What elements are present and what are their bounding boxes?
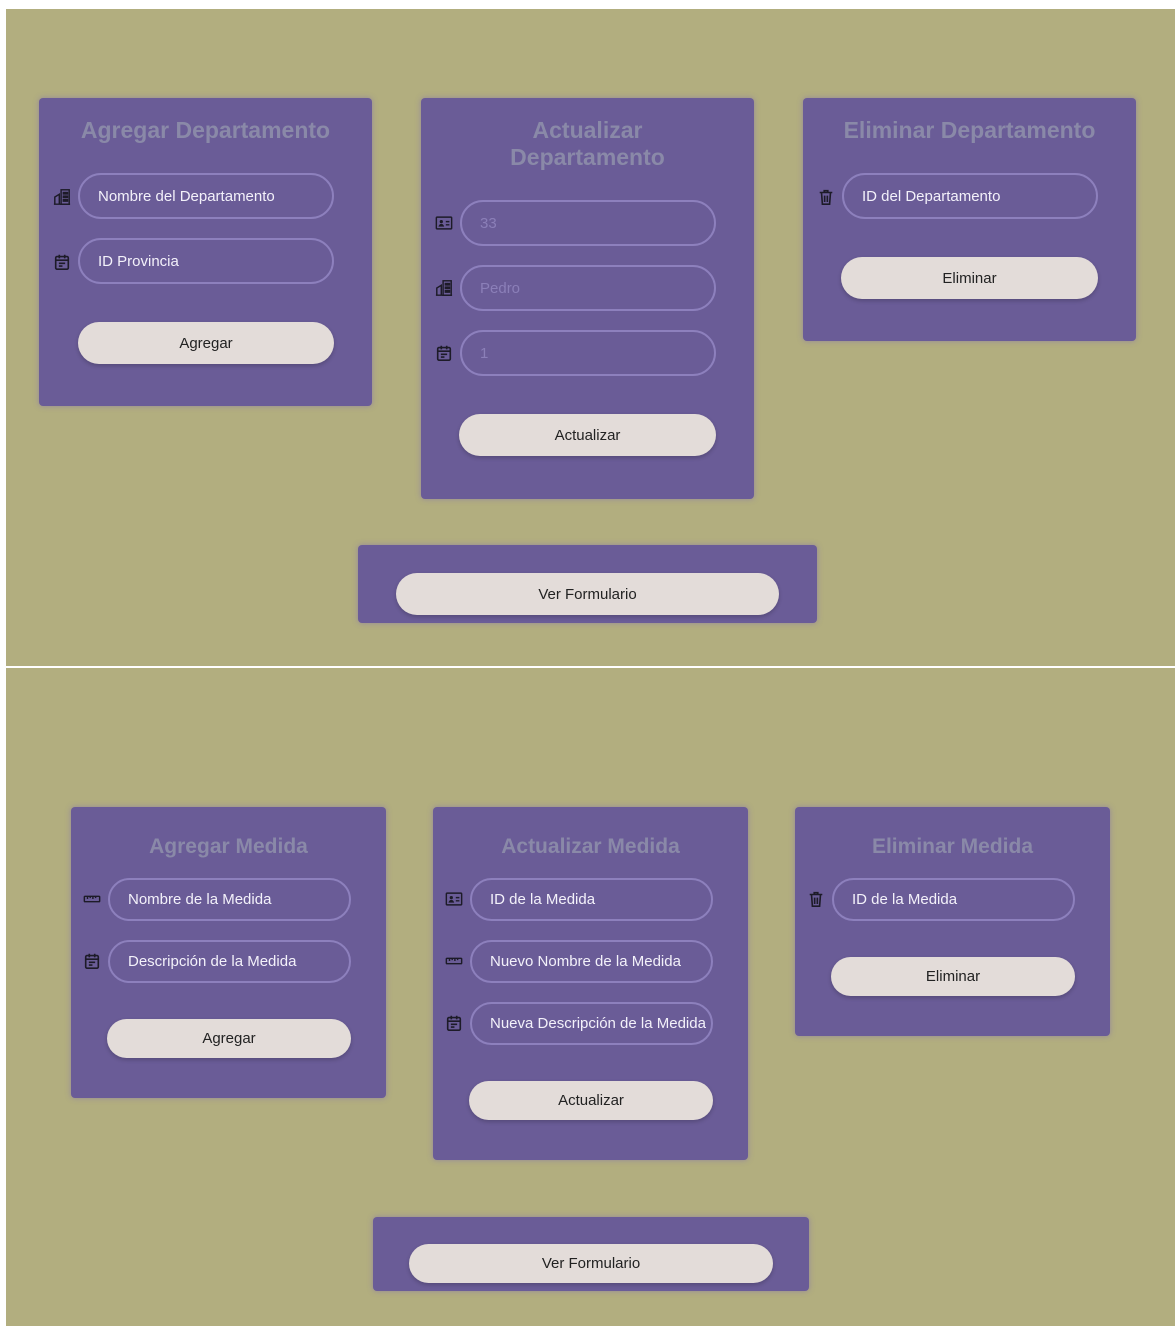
eliminar-departamento-button[interactable]: Eliminar bbox=[841, 257, 1098, 299]
agregar-medida-card: Agregar Medida Agregar bbox=[71, 807, 386, 1098]
medida-panel: Agregar Medida Agregar Actualizar Medida… bbox=[6, 668, 1175, 1326]
actualizar-title-line2: Departamento bbox=[510, 144, 665, 170]
departamento-nombre-input[interactable] bbox=[460, 265, 716, 311]
id-card-icon bbox=[445, 890, 463, 908]
ver-formulario-card: Ver Formulario bbox=[358, 545, 817, 623]
ver-formulario-button[interactable]: Ver Formulario bbox=[409, 1244, 773, 1283]
agregar-departamento-button[interactable]: Agregar bbox=[78, 322, 334, 364]
departamento-panel: Agregar Departamento Agregar Actualizar … bbox=[6, 9, 1175, 666]
agregar-medida-button[interactable]: Agregar bbox=[107, 1019, 351, 1058]
departamento-id-input[interactable] bbox=[460, 200, 716, 246]
ruler-icon bbox=[445, 952, 463, 970]
actualizar-medida-id-input[interactable] bbox=[470, 878, 713, 921]
departamento-provincia-input[interactable] bbox=[460, 330, 716, 376]
descripcion-medida-input[interactable] bbox=[108, 940, 351, 983]
id-card-icon bbox=[435, 214, 453, 232]
eliminar-medida-card: Eliminar Medida Eliminar bbox=[795, 807, 1110, 1036]
calendar-icon bbox=[53, 253, 71, 271]
ruler-icon bbox=[83, 890, 101, 908]
agregar-medida-title: Agregar Medida bbox=[149, 835, 308, 858]
actualizar-medida-button[interactable]: Actualizar bbox=[469, 1081, 713, 1120]
agregar-departamento-title: Agregar Departamento bbox=[80, 117, 331, 143]
nombre-medida-input[interactable] bbox=[108, 878, 351, 921]
actualizar-departamento-button[interactable]: Actualizar bbox=[459, 414, 716, 456]
building-icon bbox=[435, 279, 453, 297]
calendar-icon bbox=[435, 344, 453, 362]
ver-formulario-button[interactable]: Ver Formulario bbox=[396, 573, 779, 615]
trash-icon bbox=[807, 890, 825, 908]
building-icon bbox=[53, 188, 71, 206]
id-provincia-input[interactable] bbox=[78, 238, 334, 284]
actualizar-medida-card: Actualizar Medida Actualizar bbox=[433, 807, 748, 1160]
eliminar-departamento-title: Eliminar Departamento bbox=[843, 117, 1096, 143]
eliminar-medida-title: Eliminar Medida bbox=[871, 835, 1034, 858]
trash-icon bbox=[817, 188, 835, 206]
eliminar-departamento-id-input[interactable] bbox=[842, 173, 1098, 219]
calendar-icon bbox=[445, 1014, 463, 1032]
agregar-departamento-card: Agregar Departamento Agregar bbox=[39, 98, 372, 406]
actualizar-medida-nombre-input[interactable] bbox=[470, 940, 713, 983]
eliminar-medida-button[interactable]: Eliminar bbox=[831, 957, 1075, 996]
actualizar-title-line1: Actualizar bbox=[532, 117, 643, 143]
ver-formulario-card: Ver Formulario bbox=[373, 1217, 809, 1291]
actualizar-departamento-title: Actualizar Departamento bbox=[421, 117, 754, 171]
nombre-departamento-input[interactable] bbox=[78, 173, 334, 219]
actualizar-departamento-card: Actualizar Departamento Actualizar bbox=[421, 98, 754, 499]
actualizar-medida-title: Actualizar Medida bbox=[501, 835, 680, 858]
eliminar-departamento-card: Eliminar Departamento Eliminar bbox=[803, 98, 1136, 341]
actualizar-medida-descripcion-input[interactable] bbox=[470, 1002, 713, 1045]
calendar-icon bbox=[83, 952, 101, 970]
eliminar-medida-id-input[interactable] bbox=[832, 878, 1075, 921]
